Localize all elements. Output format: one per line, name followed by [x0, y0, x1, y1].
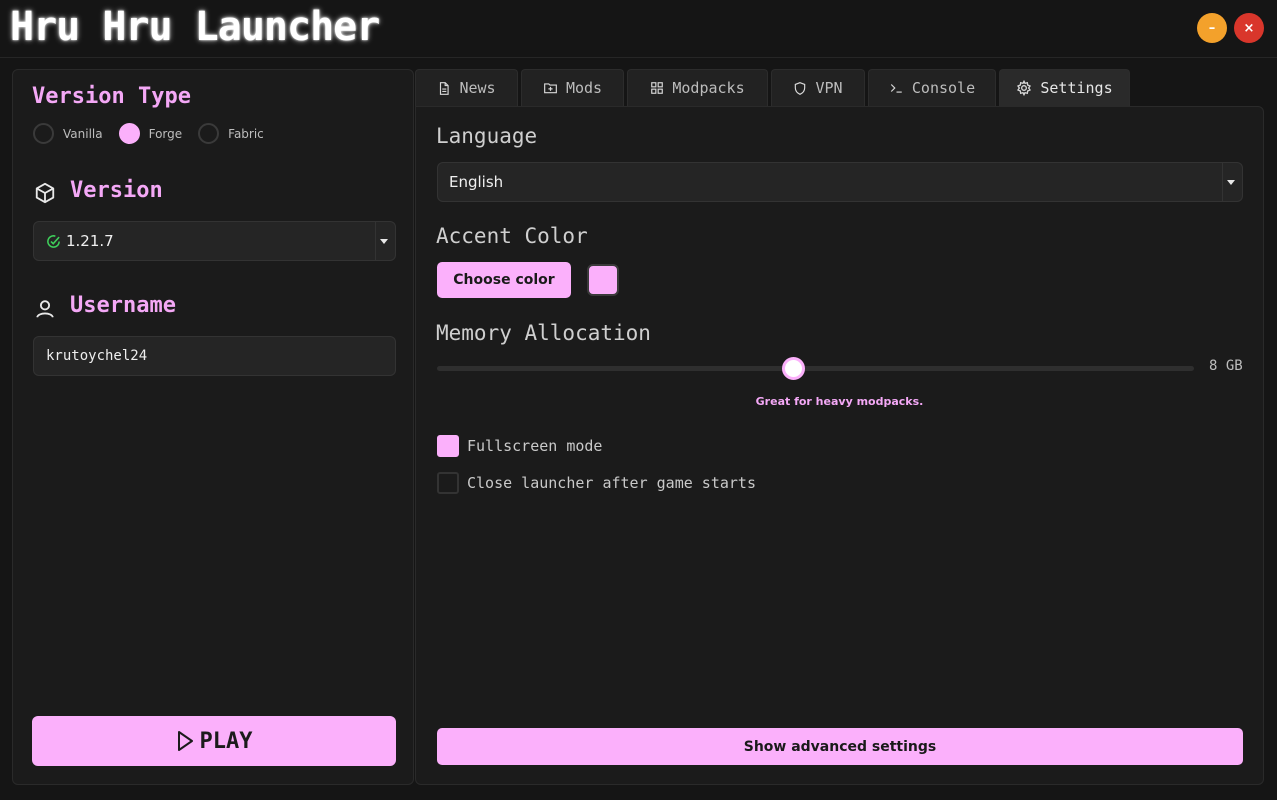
- language-value: English: [449, 173, 504, 191]
- grid-icon: [651, 82, 664, 94]
- version-select[interactable]: 1.21.7: [33, 221, 396, 261]
- fullscreen-checkbox[interactable]: Fullscreen mode: [437, 435, 602, 457]
- checkbox-label: Close launcher after game starts: [467, 474, 756, 492]
- tab-console[interactable]: Console: [868, 69, 996, 106]
- memory-slider[interactable]: [437, 357, 1194, 380]
- radio-fabric[interactable]: Fabric: [198, 123, 264, 144]
- radio-vanilla[interactable]: Vanilla: [33, 123, 103, 144]
- radio-indicator: [33, 123, 54, 144]
- close-button[interactable]: ×: [1234, 13, 1264, 43]
- play-button[interactable]: PLAY: [32, 716, 396, 766]
- shield-icon: [795, 81, 806, 95]
- username-title: Username: [70, 293, 176, 318]
- tab-bar: News Mods Modpacks VPN Console Settings: [415, 69, 1133, 107]
- checkbox-box: [437, 435, 459, 457]
- tab-label: Settings: [1040, 79, 1113, 97]
- folder-plus-icon: [544, 83, 557, 94]
- memory-hint: Great for heavy modpacks.: [755, 395, 924, 408]
- radio-indicator: [198, 123, 220, 144]
- version-type-group: Vanilla Forge Fabric: [33, 123, 280, 144]
- title-bar: Hru Hru Launcher – ×: [0, 0, 1277, 58]
- settings-panel: Language English Accent Color Choose col…: [415, 106, 1264, 785]
- tab-news[interactable]: News: [415, 69, 518, 106]
- radio-label: Vanilla: [63, 126, 103, 141]
- tab-label: Console: [911, 79, 976, 97]
- play-label: PLAY: [199, 728, 253, 754]
- check-circle-icon: [47, 234, 60, 248]
- tab-modpacks[interactable]: Modpacks: [627, 69, 768, 106]
- accent-color-label: Accent Color: [436, 224, 588, 248]
- close-after-start-checkbox[interactable]: Close launcher after game starts: [437, 472, 756, 494]
- gear-icon: [1017, 80, 1032, 96]
- version-title: Version: [70, 178, 163, 203]
- accent-color-swatch[interactable]: [587, 264, 619, 296]
- tab-label: Mods: [565, 79, 603, 97]
- language-select[interactable]: English: [437, 162, 1243, 202]
- tab-vpn[interactable]: VPN: [771, 69, 865, 106]
- radio-label: Forge: [148, 126, 183, 141]
- checkbox-box: [437, 472, 459, 494]
- play-icon: [177, 731, 193, 751]
- radio-label: Fabric: [228, 126, 264, 141]
- memory-allocation-label: Memory Allocation: [436, 321, 651, 345]
- version-value: 1.21.7: [66, 232, 114, 250]
- user-icon: [36, 300, 54, 318]
- chevron-down-icon: [375, 222, 391, 260]
- terminal-icon: [890, 84, 902, 93]
- tab-mods[interactable]: Mods: [521, 69, 624, 106]
- memory-value: 8 GB: [1209, 358, 1243, 374]
- tab-settings[interactable]: Settings: [999, 69, 1130, 106]
- choose-color-button[interactable]: Choose color: [437, 262, 571, 298]
- chevron-down-icon: [1222, 163, 1238, 201]
- show-advanced-settings-button[interactable]: Show advanced settings: [437, 728, 1243, 765]
- version-type-title: Version Type: [32, 84, 191, 109]
- minimize-button[interactable]: –: [1197, 13, 1227, 43]
- username-input[interactable]: krutoychel24: [33, 336, 396, 376]
- cube-icon: [35, 182, 55, 204]
- tab-label: VPN: [815, 79, 843, 97]
- app-title: Hru Hru Launcher: [10, 4, 380, 50]
- radio-forge[interactable]: Forge: [118, 123, 183, 144]
- left-panel: Version Type Vanilla Forge Fabric Versio…: [12, 69, 414, 785]
- memory-slider-thumb[interactable]: [781, 357, 805, 380]
- document-icon: [440, 81, 450, 95]
- checkbox-label: Fullscreen mode: [467, 437, 603, 455]
- tab-label: Modpacks: [672, 79, 745, 97]
- language-label: Language: [436, 124, 538, 148]
- radio-indicator: [118, 123, 140, 144]
- tab-label: News: [459, 79, 496, 97]
